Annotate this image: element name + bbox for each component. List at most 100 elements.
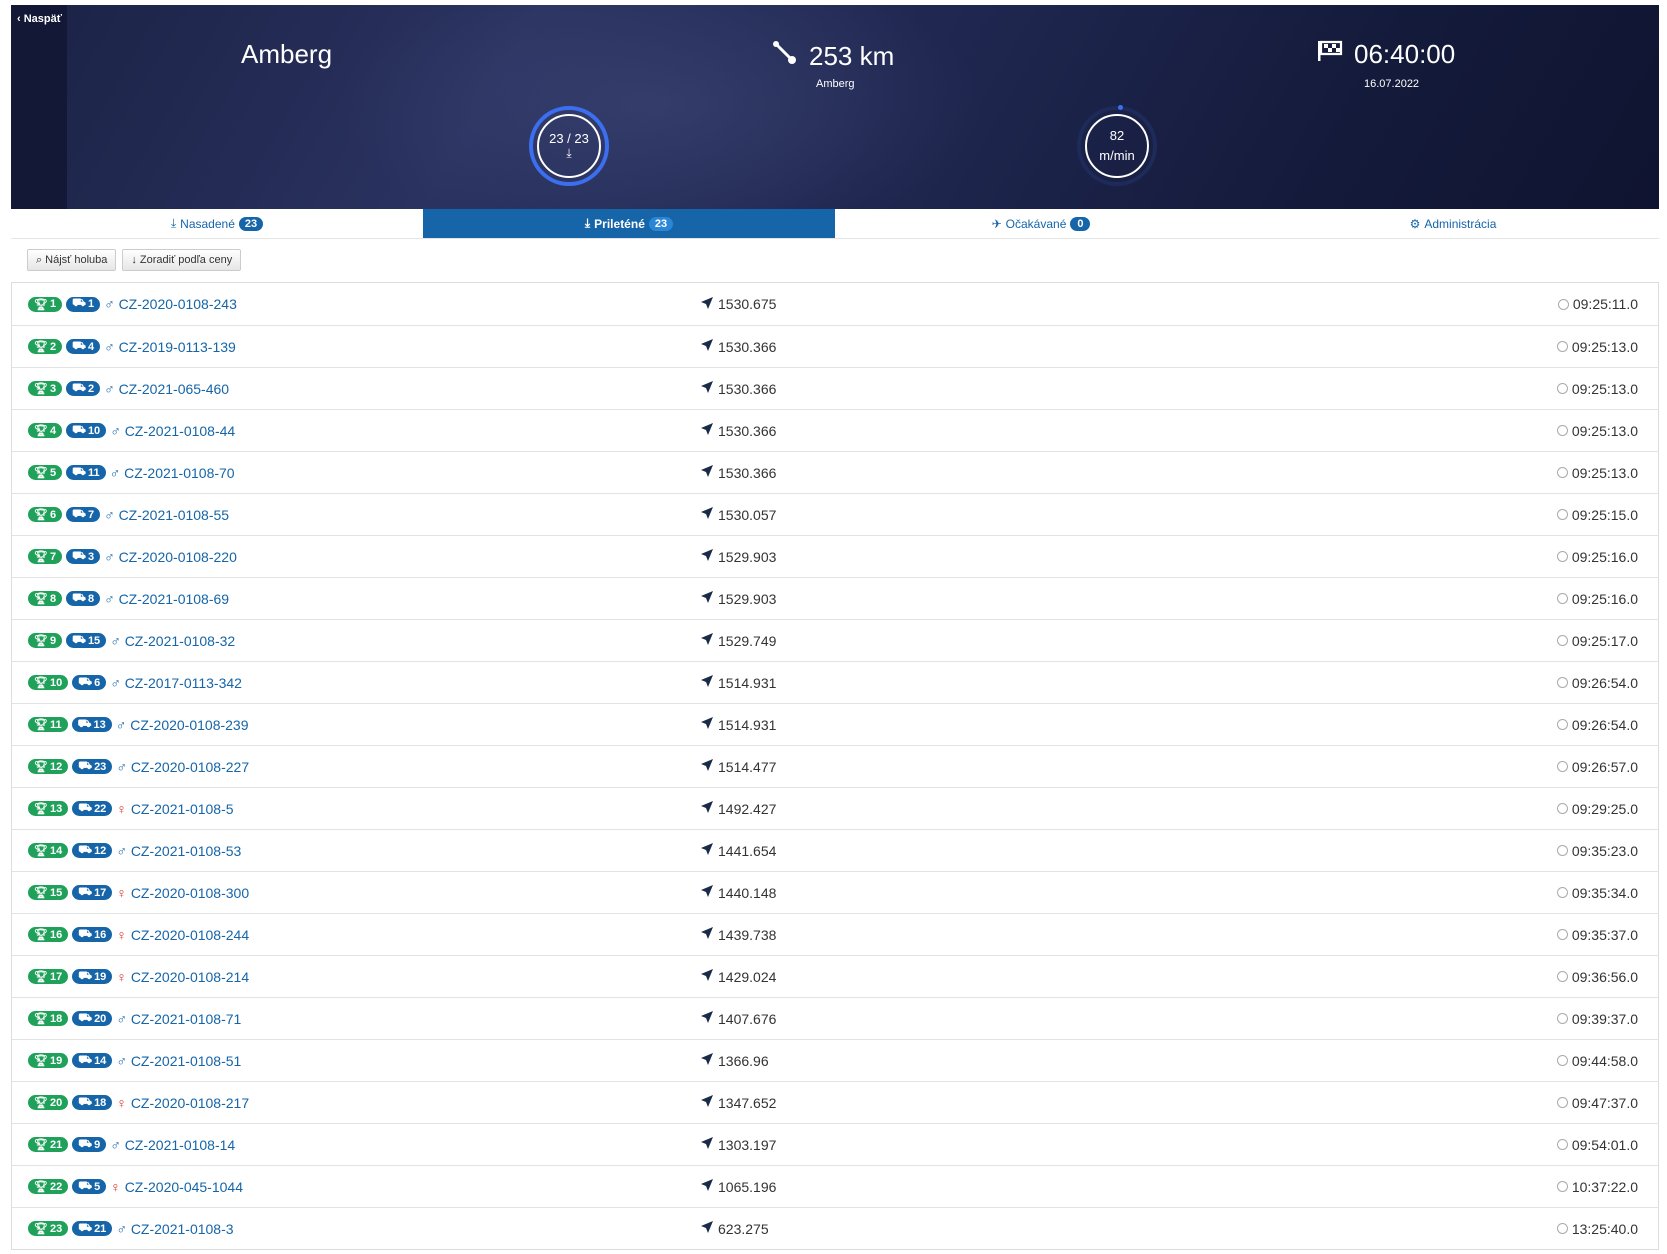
speed-cell: 1514.477 <box>700 758 776 775</box>
ring-link[interactable]: CZ-2021-065-460 <box>119 381 230 397</box>
rank-value: 22 <box>49 1180 63 1193</box>
ring-link[interactable]: CZ-2021-0108-5 <box>131 801 234 817</box>
row-left: 🏆︎ 18 ⛟ 20 ♂ CZ-2021-0108-71 <box>28 1011 241 1027</box>
arrival-cell: 09:26:54.0 <box>1556 717 1638 733</box>
sex-icon: ♂ <box>104 296 115 312</box>
row-left: 🏆︎ 10 ⛟ 6 ♂ CZ-2017-0113-342 <box>28 675 242 691</box>
arrival-time: 09:25:16.0 <box>1571 590 1638 607</box>
tab-bar: ⤓ Nasadené 23 ⤓ Prileténé 23 ✈ Očakávané… <box>11 209 1659 239</box>
tab-nasadene[interactable]: ⤓ Nasadené 23 <box>11 209 423 238</box>
rank-value: 23 <box>49 1222 63 1235</box>
clock-icon <box>1556 887 1568 898</box>
speed-cell: 1514.931 <box>700 674 776 691</box>
tab-priletene[interactable]: ⤓ Prileténé 23 <box>423 209 835 238</box>
clock-icon <box>1556 383 1568 394</box>
ring-link[interactable]: CZ-2021-0108-51 <box>131 1053 242 1069</box>
clock-icon <box>1556 551 1568 562</box>
rank-badge: 🏆︎ 22 <box>28 1179 69 1194</box>
ring-link[interactable]: CZ-2021-0108-44 <box>125 423 236 439</box>
ring-link[interactable]: CZ-2021-0108-69 <box>119 591 230 607</box>
ring-link[interactable]: CZ-2021-0108-3 <box>131 1221 234 1237</box>
clock-icon <box>1556 761 1568 772</box>
arrival-time: 13:25:40.0 <box>1571 1220 1638 1237</box>
ring-link[interactable]: CZ-2019-0113-139 <box>119 339 236 355</box>
tab-ocakavane[interactable]: ✈ Očakávané 0 <box>835 209 1247 238</box>
ring-link[interactable]: CZ-2020-0108-239 <box>130 717 248 733</box>
ring-link[interactable]: CZ-2021-0108-55 <box>119 507 230 523</box>
plane-icon <box>700 674 714 691</box>
sex-icon: ♀ <box>116 968 127 985</box>
ring-link[interactable]: CZ-2017-0113-342 <box>125 675 242 691</box>
clock-icon <box>1556 635 1568 646</box>
truck-icon: ⛟ <box>72 297 86 309</box>
clock-icon <box>1556 971 1568 982</box>
basket-badge: ⛟ 19 <box>72 969 113 984</box>
truck-icon: ⛟ <box>72 465 86 478</box>
find-pigeon-button[interactable]: ⌕ Nájsť holuba <box>27 249 117 271</box>
trophy-icon: 🏆︎ <box>34 803 48 815</box>
truck-icon: ⛟ <box>78 759 93 772</box>
row-left: 🏆︎ 20 ⛟ 18 ♀ CZ-2020-0108-217 <box>28 1095 249 1111</box>
arrival-time: 09:25:13.0 <box>1571 422 1638 439</box>
basket-value: 10 <box>87 424 101 437</box>
row-left: 🏆︎ 23 ⛟ 21 ♂ CZ-2021-0108-3 <box>28 1221 234 1237</box>
basket-value: 2 <box>87 382 95 395</box>
plane-icon <box>700 590 714 607</box>
ring-link[interactable]: CZ-2021-0108-53 <box>131 843 242 859</box>
basket-value: 16 <box>94 928 107 941</box>
arrival-time: 09:47:37.0 <box>1571 1094 1638 1111</box>
trophy-icon: 🏆︎ <box>34 887 48 899</box>
speed-cell: 1441.654 <box>700 842 776 859</box>
speed-value: 1407.676 <box>718 1010 777 1027</box>
basket-value: 17 <box>94 886 107 899</box>
sort-by-prize-button[interactable]: ↓ Zoradiť podľa ceny <box>122 249 242 271</box>
ring-link[interactable]: CZ-2020-045-1044 <box>125 1179 243 1195</box>
basket-value: 12 <box>94 844 107 857</box>
arrival-cell: 09:26:54.0 <box>1556 675 1638 691</box>
trophy-icon: 🏆︎ <box>34 845 48 857</box>
arrival-time: 09:35:37.0 <box>1571 926 1638 943</box>
basket-badge: ⛟ 15 <box>66 633 107 648</box>
ring-link[interactable]: CZ-2021-0108-71 <box>131 1011 242 1027</box>
table-row: 🏆︎ 22 ⛟ 5 ♀ CZ-2020-045-1044 1065.196 10:37:22.… <box>12 1165 1658 1207</box>
row-left: 🏆︎ 21 ⛟ 9 ♂ CZ-2021-0108-14 <box>28 1137 235 1153</box>
find-label: Nájsť holuba <box>45 254 108 266</box>
ring-link[interactable]: CZ-2021-0108-32 <box>125 633 236 649</box>
ring-link[interactable]: CZ-2020-0108-217 <box>131 1095 249 1111</box>
plane-icon <box>700 800 714 817</box>
basket-badge: ⛟ 21 <box>72 1221 113 1236</box>
table-row: 🏆︎ 16 ⛟ 16 ♀ CZ-2020-0108-244 1439.738 09:35:37… <box>12 913 1658 955</box>
truck-icon: ⛟ <box>72 591 86 604</box>
speed-value: 1530.366 <box>718 464 777 481</box>
rank-value: 10 <box>49 676 63 689</box>
sort-label: Zoradiť podľa ceny <box>139 254 233 266</box>
basket-value: 8 <box>87 592 95 605</box>
ring-link[interactable]: CZ-2021-0108-14 <box>125 1137 236 1153</box>
ring-link[interactable]: CZ-2020-0108-214 <box>131 969 249 985</box>
basket-value: 7 <box>87 508 95 521</box>
rank-value: 3 <box>49 382 57 395</box>
rank-value: 9 <box>49 634 57 647</box>
race-name: Amberg <box>241 39 333 69</box>
ring-link[interactable]: CZ-2020-0108-300 <box>131 885 249 901</box>
ring-link[interactable]: CZ-2020-0108-244 <box>131 927 249 943</box>
ring-link[interactable]: CZ-2020-0108-220 <box>119 549 237 565</box>
plane-icon <box>700 1052 714 1069</box>
clock-icon <box>1557 298 1569 310</box>
arrival-time: 09:36:56.0 <box>1571 968 1638 985</box>
ring-link[interactable]: CZ-2020-0108-227 <box>131 759 249 775</box>
row-left: 🏆︎ 11 ⛟ 13 ♂ CZ-2020-0108-239 <box>28 717 249 733</box>
sex-icon: ♂ <box>104 338 115 355</box>
table-row: 🏆︎ 15 ⛟ 17 ♀ CZ-2020-0108-300 1440.148 09:35:34… <box>12 871 1658 913</box>
tab-administracia[interactable]: ⚙ Administrácia <box>1247 209 1659 238</box>
ring-link[interactable]: CZ-2021-0108-70 <box>124 465 235 481</box>
rank-badge: 🏆︎ 14 <box>28 843 69 858</box>
release-date: 16.07.2022 <box>1364 78 1420 90</box>
trophy-icon: 🏆︎ <box>34 1223 48 1235</box>
back-button[interactable]: ‹ Naspäť <box>17 13 62 25</box>
table-row: 🏆︎ 19 ⛟ 14 ♂ CZ-2021-0108-51 1366.96 09:44:58.0 <box>12 1039 1658 1081</box>
table-row: 🏆︎ 5 ⛟ 11 ♂ CZ-2021-0108-70 1530.366 09:25:13.0 <box>12 451 1658 493</box>
rank-value: 17 <box>49 970 63 983</box>
ring-link[interactable]: CZ-2020-0108-243 <box>119 296 237 312</box>
rank-value: 8 <box>49 592 57 605</box>
